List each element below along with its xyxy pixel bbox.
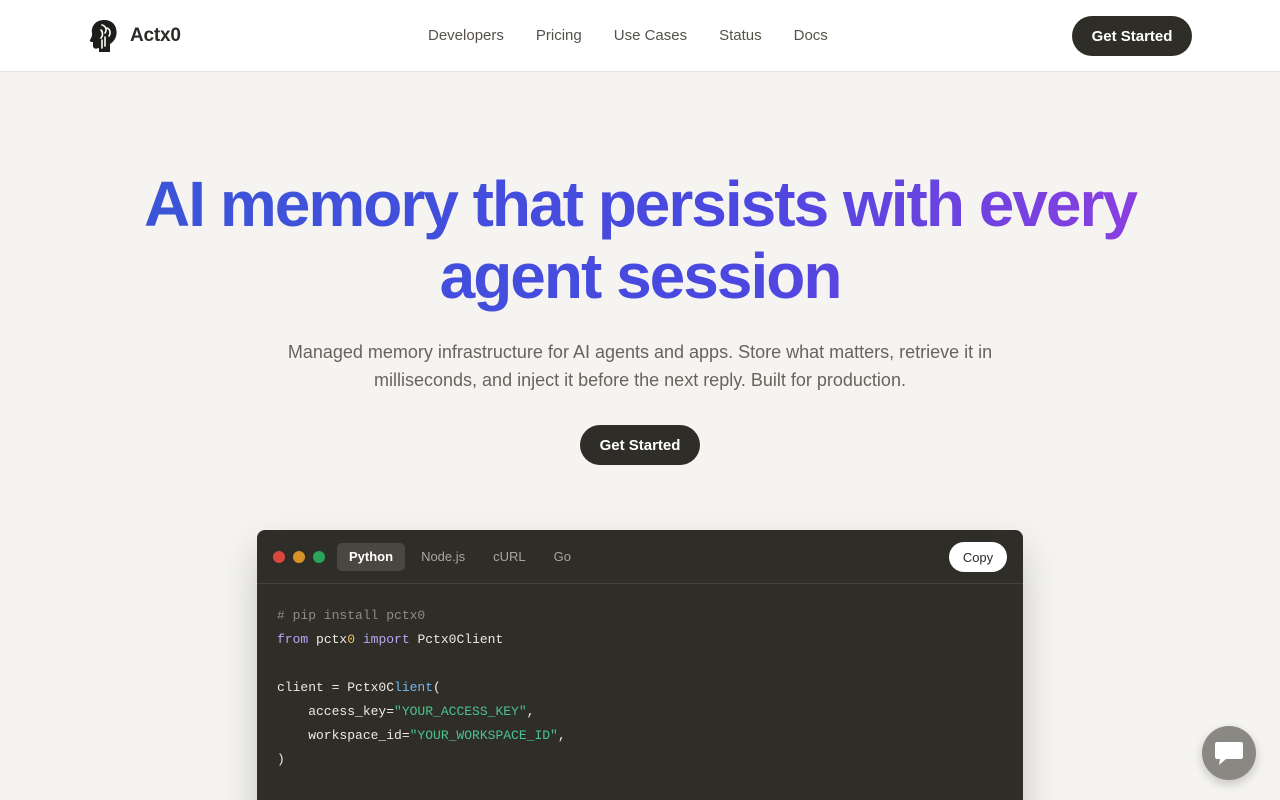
code-line: client = Pctx0Client( — [277, 680, 441, 695]
language-tabs: Python Node.js cURL Go — [337, 543, 587, 571]
chat-launcher-button[interactable] — [1202, 726, 1256, 780]
nav-link-docs[interactable]: Docs — [794, 26, 828, 46]
tab-go[interactable]: Go — [542, 543, 583, 571]
code-line: workspace_id="YOUR_WORKSPACE_ID", — [277, 728, 566, 743]
hero-title-line2: agent session — [439, 240, 841, 312]
hero-title: AI memory that persists with every agent… — [140, 168, 1140, 312]
chat-bubble-icon — [1215, 742, 1243, 765]
brand[interactable]: Actx0 — [88, 18, 181, 54]
hero-get-started-button[interactable]: Get Started — [580, 425, 700, 465]
hero-title-line1: AI memory that persists with every — [144, 168, 1136, 240]
brand-name: Actx0 — [130, 25, 181, 46]
nav-get-started-button[interactable]: Get Started — [1072, 16, 1192, 56]
nav-links: Developers Pricing Use Cases Status Docs — [428, 26, 860, 46]
code-line: access_key="YOUR_ACCESS_KEY", — [277, 704, 535, 719]
code-line: from pctx0 import Pctx0Client — [277, 632, 504, 647]
head-logo-icon — [89, 20, 117, 52]
window-minimize-dot — [293, 551, 305, 563]
code-window-toolbar: Python Node.js cURL Go Copy — [257, 530, 1023, 584]
hero-subtitle-line1: Managed memory infrastructure for AI age… — [287, 342, 993, 362]
hero-subtitle: Managed memory infrastructure for AI age… — [260, 338, 1020, 394]
window-maximize-dot — [313, 551, 325, 563]
nav-link-developers[interactable]: Developers — [428, 26, 504, 46]
code-window: Python Node.js cURL Go Copy # pip instal… — [257, 530, 1023, 800]
code-block: # pip install pctx0 from pctx0 import Pct… — [277, 604, 566, 772]
nav-link-use-cases[interactable]: Use Cases — [614, 26, 687, 46]
tab-curl[interactable]: cURL — [481, 543, 538, 571]
tab-nodejs[interactable]: Node.js — [409, 543, 477, 571]
window-close-dot — [273, 551, 285, 563]
nav-link-pricing[interactable]: Pricing — [536, 26, 582, 46]
nav-link-status[interactable]: Status — [719, 26, 762, 46]
hero-subtitle-line2: milliseconds, and inject it before the n… — [374, 370, 906, 390]
code-line: ) — [277, 752, 285, 767]
tab-python[interactable]: Python — [337, 543, 406, 571]
copy-button[interactable]: Copy — [949, 542, 1007, 572]
top-navbar: Actx0 Developers Pricing Use Cases Statu… — [0, 0, 1280, 72]
code-line: # pip install pctx0 — [277, 608, 426, 623]
